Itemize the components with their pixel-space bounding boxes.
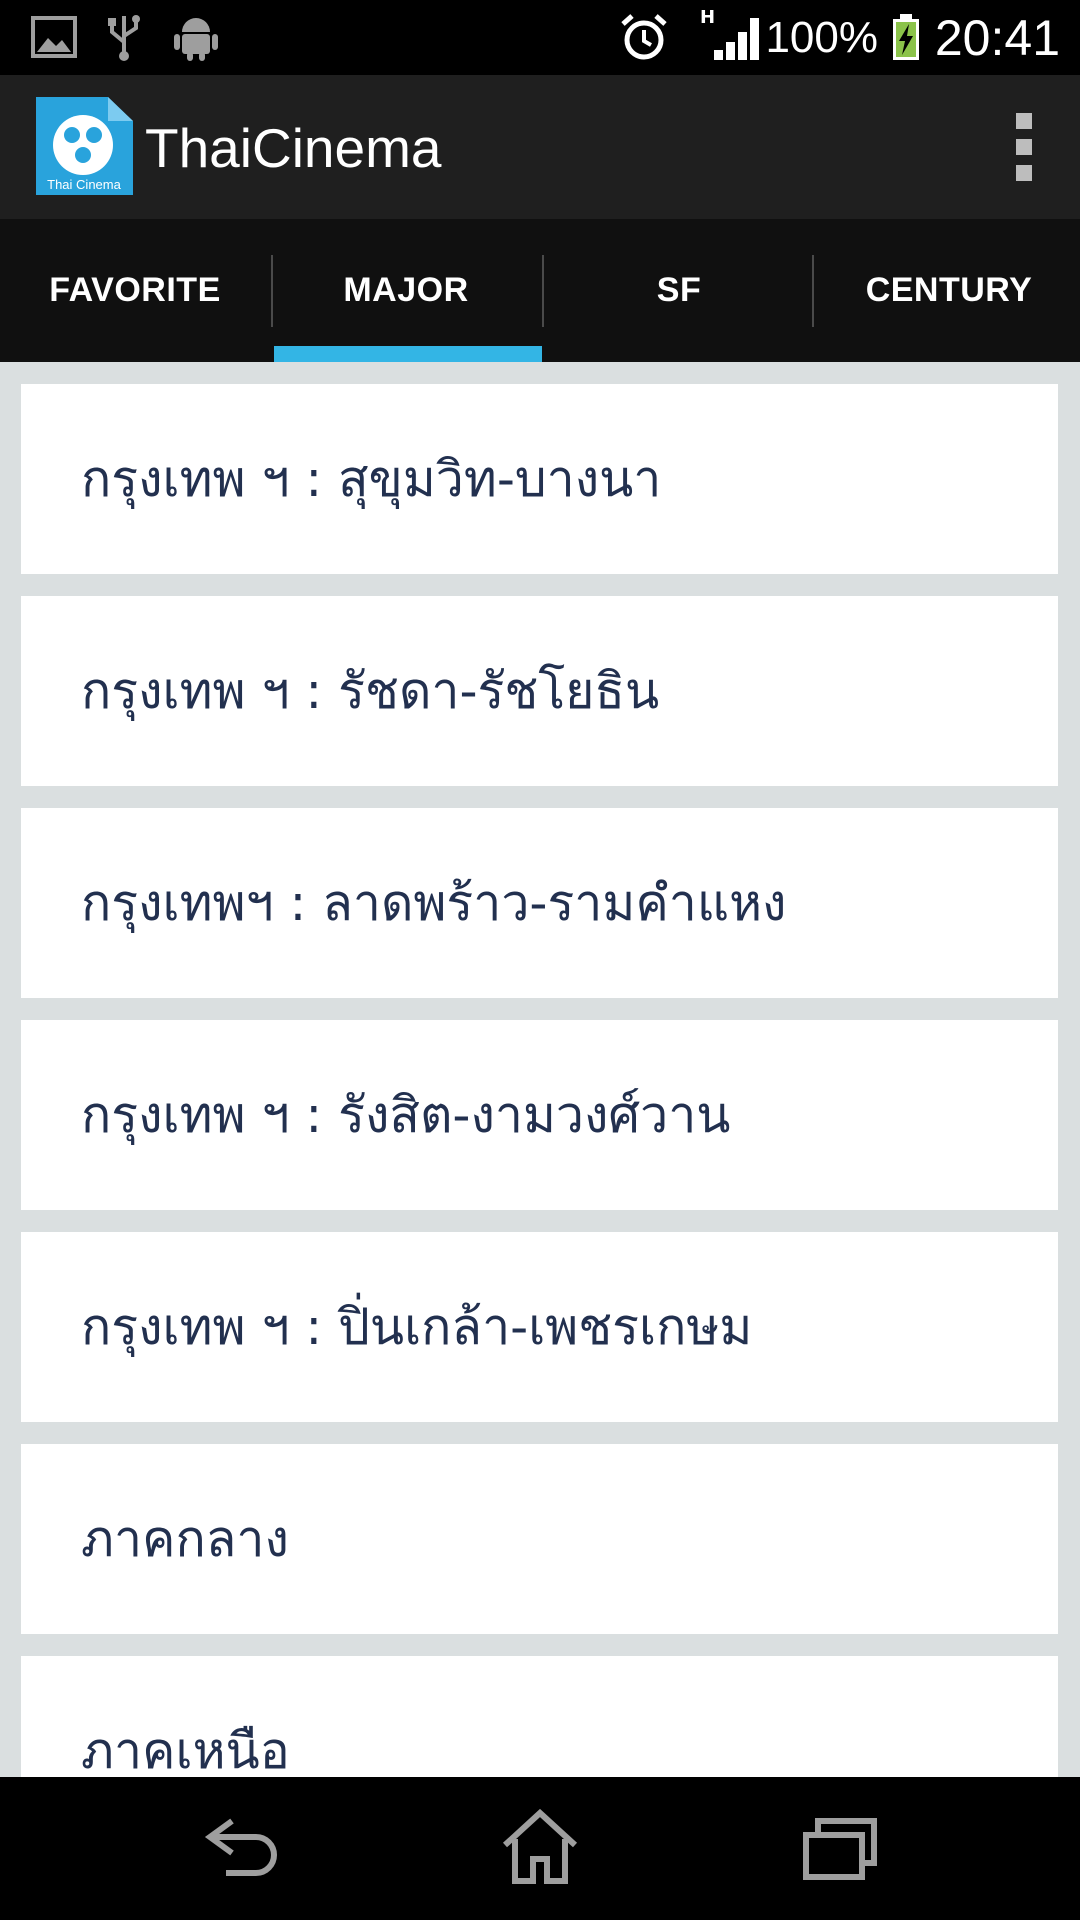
list-item-label: กรุงเทพฯ : ลาดพร้าว-รามคำแหง <box>81 874 787 932</box>
android-icon <box>174 18 218 61</box>
list-item[interactable]: ภาคเหนือ <box>21 1656 1058 1777</box>
tab-sf[interactable]: SF <box>544 219 814 362</box>
list-item-label: ภาคเหนือ <box>81 1722 290 1777</box>
list-item[interactable]: กรุงเทพ ฯ : รัชดา-รัชโยธิน <box>21 596 1058 786</box>
battery-percentage: 100% <box>765 13 878 62</box>
app-logo-caption: Thai Cinema <box>47 177 121 192</box>
signal-icon <box>714 18 759 60</box>
recent-apps-icon[interactable] <box>796 1807 886 1887</box>
image-icon <box>31 16 77 58</box>
cinema-region-list[interactable]: กรุงเทพ ฯ : สุขุมวิท-บางนา กรุงเทพ ฯ : ร… <box>0 362 1080 1777</box>
battery-charging-icon <box>893 14 919 60</box>
list-item[interactable]: กรุงเทพ ฯ : รังสิต-งามวงศ์วาน <box>21 1020 1058 1210</box>
list-item-label: กรุงเทพ ฯ : รัชดา-รัชโยธิน <box>81 662 660 720</box>
list-item-label: ภาคกลาง <box>81 1510 289 1568</box>
list-item[interactable]: กรุงเทพฯ : ลาดพร้าว-รามคำแหง <box>21 808 1058 998</box>
list-item[interactable]: กรุงเทพ ฯ : ปิ่นเกล้า-เพชรเกษม <box>21 1232 1058 1422</box>
tab-bar: FAVORITE MAJOR SF CENTURY <box>0 219 1080 362</box>
back-icon[interactable] <box>196 1807 286 1887</box>
tab-favorite[interactable]: FAVORITE <box>0 219 270 362</box>
app-logo-icon[interactable]: Thai Cinema <box>36 97 133 195</box>
home-icon[interactable] <box>495 1807 585 1887</box>
action-bar: Thai Cinema ThaiCinema <box>0 75 1080 219</box>
list-item-label: กรุงเทพ ฯ : ปิ่นเกล้า-เพชรเกษม <box>81 1298 753 1356</box>
screen: H 100% 20:41 Thai Cinema ThaiCinema FAVO… <box>0 0 1080 1920</box>
overflow-menu-icon[interactable] <box>1006 113 1042 183</box>
navigation-bar <box>0 1777 1080 1920</box>
status-bar: H 100% 20:41 <box>0 0 1080 75</box>
list-item-label: กรุงเทพ ฯ : สุขุมวิท-บางนา <box>81 450 662 508</box>
app-title: ThaiCinema <box>145 117 442 179</box>
clock: 20:41 <box>934 10 1060 66</box>
tab-major[interactable]: MAJOR <box>271 219 541 362</box>
list-item[interactable]: ภาคกลาง <box>21 1444 1058 1634</box>
list-item-label: กรุงเทพ ฯ : รังสิต-งามวงศ์วาน <box>81 1086 731 1144</box>
tab-century[interactable]: CENTURY <box>814 219 1080 362</box>
usb-icon <box>108 15 140 61</box>
selected-tab-indicator <box>274 346 542 362</box>
alarm-icon <box>621 14 667 60</box>
list-item[interactable]: กรุงเทพ ฯ : สุขุมวิท-บางนา <box>21 384 1058 574</box>
